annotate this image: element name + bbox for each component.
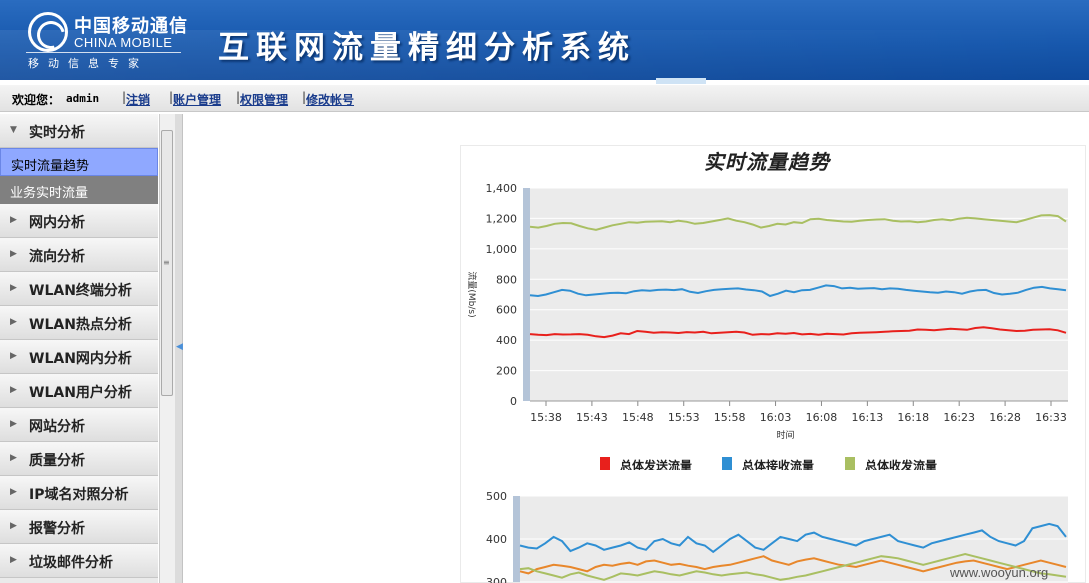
- system-title: 互联网流量精细分析系统: [218, 30, 636, 66]
- x-tick-label: 16:33: [1035, 411, 1067, 424]
- chevron-right-icon: ▶: [10, 453, 17, 463]
- sidebar-section-alarm[interactable]: ▶ 报警分析: [0, 510, 158, 544]
- sidebar-section-wlan-terminal[interactable]: ▶ WLAN终端分析: [0, 272, 158, 306]
- legend-swatch: [600, 457, 610, 470]
- sidebar-section-wlan-user[interactable]: ▶ WLAN用户分析: [0, 374, 158, 408]
- permission-management-link[interactable]: 权限管理: [240, 91, 288, 108]
- legend-label: 总体接收流量: [742, 458, 814, 470]
- x-tick-label: 15:48: [622, 411, 654, 424]
- y-tick-label: 400: [496, 334, 517, 347]
- legend-swatch: [722, 457, 732, 470]
- sidebar-section-label: 质量分析: [29, 453, 85, 469]
- sidebar-section-ip-domain[interactable]: ▶ IP域名对照分析: [0, 476, 158, 510]
- sidebar-section-intranet[interactable]: ▶ 网内分析: [0, 204, 158, 238]
- y-tick-label: 400: [486, 533, 507, 546]
- chevron-right-icon: ▶: [10, 419, 17, 429]
- x-tick-label: 15:43: [576, 411, 608, 424]
- realtime-traffic-chart: 0 200 400 600 800 1,000 1,200 1,400 15:38 15:43 15…: [466, 182, 1068, 470]
- chevron-right-icon: ▶: [10, 521, 17, 531]
- x-tick-label: 16:23: [943, 411, 975, 424]
- sidebar-section-label: 网站分析: [29, 419, 85, 435]
- chevron-right-icon: ▶: [10, 317, 17, 327]
- sidebar-section-label: 实时分析: [29, 125, 85, 141]
- chevron-down-icon: ▼: [10, 125, 17, 135]
- logo-slogan: 移动信息专家: [28, 57, 148, 70]
- y-axis-title: 流量(Mb/s): [466, 271, 478, 317]
- sidebar-section-label: WLAN终端分析: [29, 283, 132, 299]
- y-tick-label: 500: [486, 490, 507, 503]
- chevron-right-icon: ▶: [10, 215, 17, 225]
- y-tick-label: 1,000: [486, 243, 518, 256]
- sidebar-item-service-realtime-traffic[interactable]: 业务实时流量: [0, 176, 158, 204]
- account-management-link[interactable]: 账户管理: [173, 91, 221, 108]
- y-tick-label: 200: [496, 365, 517, 378]
- x-tick-label: 15:53: [668, 411, 700, 424]
- y-tick-label: 800: [496, 273, 517, 286]
- welcome-label: 欢迎您：: [12, 93, 61, 107]
- sidebar-section-label: 报警分析: [29, 521, 85, 537]
- x-axis-title: 时间: [776, 429, 794, 441]
- sidebar-section-wlan-intranet[interactable]: ▶ WLAN网内分析: [0, 340, 158, 374]
- logout-link[interactable]: 注销: [126, 91, 150, 108]
- y-tick-label: 600: [496, 304, 517, 317]
- x-tick-label: 16:03: [760, 411, 792, 424]
- sidebar-section-label: WLAN热点分析: [29, 317, 132, 333]
- sidebar-item-realtime-traffic-trend[interactable]: 实时流量趋势: [0, 148, 158, 176]
- logo-english-name: CHINA MOBILE: [74, 35, 173, 50]
- y-axis-band: [513, 496, 520, 582]
- app-header: 中国移动通信 CHINA MOBILE 移动信息专家 互联网流量精细分析系统: [0, 0, 1089, 80]
- modify-account-link[interactable]: 修改帐号: [306, 91, 354, 108]
- sidebar-section-quality[interactable]: ▶ 质量分析: [0, 442, 158, 476]
- chevron-right-icon: ▶: [10, 487, 17, 497]
- sidebar-section-label: 流向分析: [29, 249, 85, 265]
- sidebar: ▼ 实时分析 实时流量趋势 业务实时流量 ▶ 网内分析 ▶ 流向分析 ▶ WLA…: [0, 114, 158, 583]
- chevron-right-icon: ▶: [10, 283, 17, 293]
- sidebar-section-label: WLAN用户分析: [29, 385, 132, 401]
- x-tick-label: 16:18: [897, 411, 929, 424]
- y-axis-band: [523, 188, 530, 401]
- sidebar-section-label: WLAN网内分析: [29, 351, 132, 367]
- y-tick-label: 300: [486, 576, 507, 583]
- x-tick-label: 16:28: [989, 411, 1021, 424]
- sidebar-section-spam[interactable]: ▶ 垃圾邮件分析: [0, 544, 158, 578]
- logo-divider: [26, 52, 181, 53]
- collapse-left-icon[interactable]: ◀: [176, 342, 183, 352]
- sidebar-section-realtime[interactable]: ▼ 实时分析: [0, 114, 158, 148]
- chevron-right-icon: ▶: [10, 351, 17, 361]
- top-navbar: 欢迎您： admin | 注销 | 账户管理 | 权限管理 | 修改帐号: [0, 85, 1089, 112]
- sidebar-section-label: IP域名对照分析: [29, 487, 129, 503]
- x-tick-label: 15:38: [530, 411, 562, 424]
- chevron-right-icon: ▶: [10, 249, 17, 259]
- legend-swatch: [845, 457, 855, 470]
- y-tick-label: 1,400: [486, 182, 518, 195]
- sidebar-section-website[interactable]: ▶ 网站分析: [0, 408, 158, 442]
- scroll-grip-icon: ≡: [163, 258, 170, 267]
- sidebar-section-wlan-hotspot[interactable]: ▶ WLAN热点分析: [0, 306, 158, 340]
- watermark: www.wooyun.org: [950, 565, 1049, 580]
- legend-label: 总体收发流量: [865, 458, 937, 470]
- sidebar-section-label: 网内分析: [29, 215, 85, 231]
- y-tick-label: 1,200: [486, 212, 518, 225]
- legend-label: 总体发送流量: [620, 458, 692, 470]
- sidebar-section-flow-direction[interactable]: ▶ 流向分析: [0, 238, 158, 272]
- sidebar-section-label: 垃圾邮件分析: [29, 555, 113, 571]
- x-tick-label: 16:13: [852, 411, 884, 424]
- username: admin: [66, 92, 100, 105]
- header-collapse-tab[interactable]: [656, 78, 706, 84]
- china-mobile-logo-icon: [28, 12, 68, 52]
- chevron-right-icon: ▶: [10, 385, 17, 395]
- y-tick-label: 0: [510, 395, 517, 408]
- x-tick-label: 15:58: [714, 411, 746, 424]
- chevron-right-icon: ▶: [10, 555, 17, 565]
- x-tick-label: 16:08: [806, 411, 838, 424]
